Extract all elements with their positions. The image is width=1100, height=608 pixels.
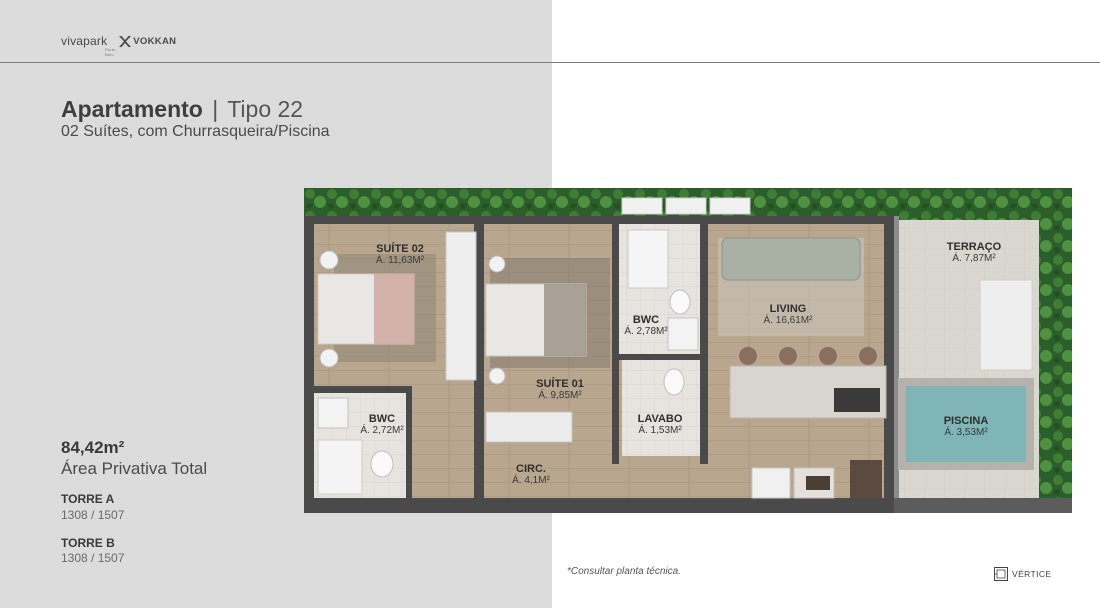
title-type: Tipo 22 — [227, 96, 304, 122]
nightstand-icon — [319, 348, 339, 368]
wine-rack — [850, 460, 882, 498]
suite02-throw — [374, 274, 414, 344]
floor-plan-drawing: SUÍTE 02Á. 11,63M²SUÍTE 01Á. 9,85M²BWCÁ.… — [304, 188, 1072, 513]
shower-bwc2 — [317, 439, 363, 495]
vokkan-logo: VOKKAN — [119, 35, 177, 47]
vivapark-logo-subtext: Porto Belo — [105, 47, 116, 57]
page-subtitle: 02 Suítes, com Churrasqueira/Piscina — [61, 123, 330, 140]
vertice-logo-text: VÉRTICE — [1012, 569, 1052, 579]
room-label-terraco: TERRAÇO — [947, 241, 1002, 253]
room-label-bwc2: BWC — [369, 413, 395, 425]
room-area-lavabo: Á. 1,53M² — [638, 423, 682, 436]
vivapark-logo-text: vivapark — [61, 34, 108, 48]
suite01-throw — [544, 284, 586, 356]
nightstand-icon — [488, 255, 506, 273]
room-label-bwc1: BWC — [633, 314, 659, 326]
vertice-logo: VÉRTICE — [994, 567, 1052, 581]
sink-bwc2 — [317, 397, 349, 429]
room-label-suite01: SUÍTE 01 — [536, 377, 584, 390]
room-area-bwc2: Á. 2,72M² — [360, 423, 404, 436]
room-area-circ: Á. 4,1M² — [512, 473, 550, 486]
toilet-icon — [370, 450, 394, 478]
lounge-chairs — [979, 279, 1033, 371]
floor-plan: SUÍTE 02 Á. 11,63M² SUÍTE 01 Á. 9,85M² BWC Á.… — [304, 188, 1072, 513]
toilet-icon — [663, 368, 685, 396]
tower-b-units: 1308 / 1507 — [61, 551, 125, 565]
room-area-suite02: Á. 11,63M² — [376, 253, 425, 266]
title-apartment: Apartamento — [61, 96, 203, 122]
wardrobe-suite02 — [445, 231, 477, 381]
room-area-suite01: Á. 9,85M² — [538, 388, 582, 401]
room-label-lavabo: LAVABO — [638, 413, 683, 425]
room-label-living: LIVING — [770, 303, 807, 315]
shower-bwc1 — [627, 229, 669, 289]
vokkan-logo-text: VOKKAN — [133, 35, 177, 47]
room-area-terraco: Á. 7,87M² — [952, 251, 996, 264]
room-label-circ: CIRC. — [516, 463, 546, 475]
tower-a-units: 1308 / 1507 — [61, 508, 125, 522]
sink-bwc1 — [667, 317, 699, 351]
room-label-suite02: SUÍTE 02 — [376, 242, 424, 255]
private-area-label: Área Privativa Total — [61, 459, 208, 478]
cooktop-icon — [834, 388, 880, 412]
page-title: Apartamento | Tipo 22 — [61, 96, 303, 123]
wardrobe-suite01 — [485, 411, 573, 443]
fridge — [751, 467, 791, 499]
title-separator: | — [212, 96, 219, 122]
foliage-right — [1039, 188, 1072, 498]
room-area-piscina: Á. 3,53M² — [944, 425, 988, 438]
vokkan-mark-icon — [119, 35, 132, 47]
toilet-icon — [669, 289, 691, 315]
planters — [621, 197, 751, 215]
grill-icon — [806, 476, 830, 490]
vivapark-logo: vivapark Porto Belo — [61, 34, 115, 57]
nightstand-icon — [319, 250, 339, 270]
room-area-living: Á. 16,61M² — [764, 313, 814, 326]
tower-a-label: TORRE A — [61, 492, 115, 506]
sofa — [721, 237, 861, 281]
footnote: *Consultar planta técnica. — [567, 566, 681, 577]
room-label-piscina: PISCINA — [944, 415, 989, 427]
private-area-value: 84,42m² — [61, 438, 125, 457]
header-divider — [0, 62, 1100, 63]
logo-bar: vivapark Porto Belo VOKKAN — [61, 34, 177, 57]
tower-b-label: TORRE B — [61, 536, 115, 550]
room-area-bwc1: Á. 2,78M² — [624, 324, 668, 337]
nightstand-icon — [488, 367, 506, 385]
vertice-mark-icon — [994, 567, 1008, 581]
lavabo-floor — [622, 360, 706, 456]
